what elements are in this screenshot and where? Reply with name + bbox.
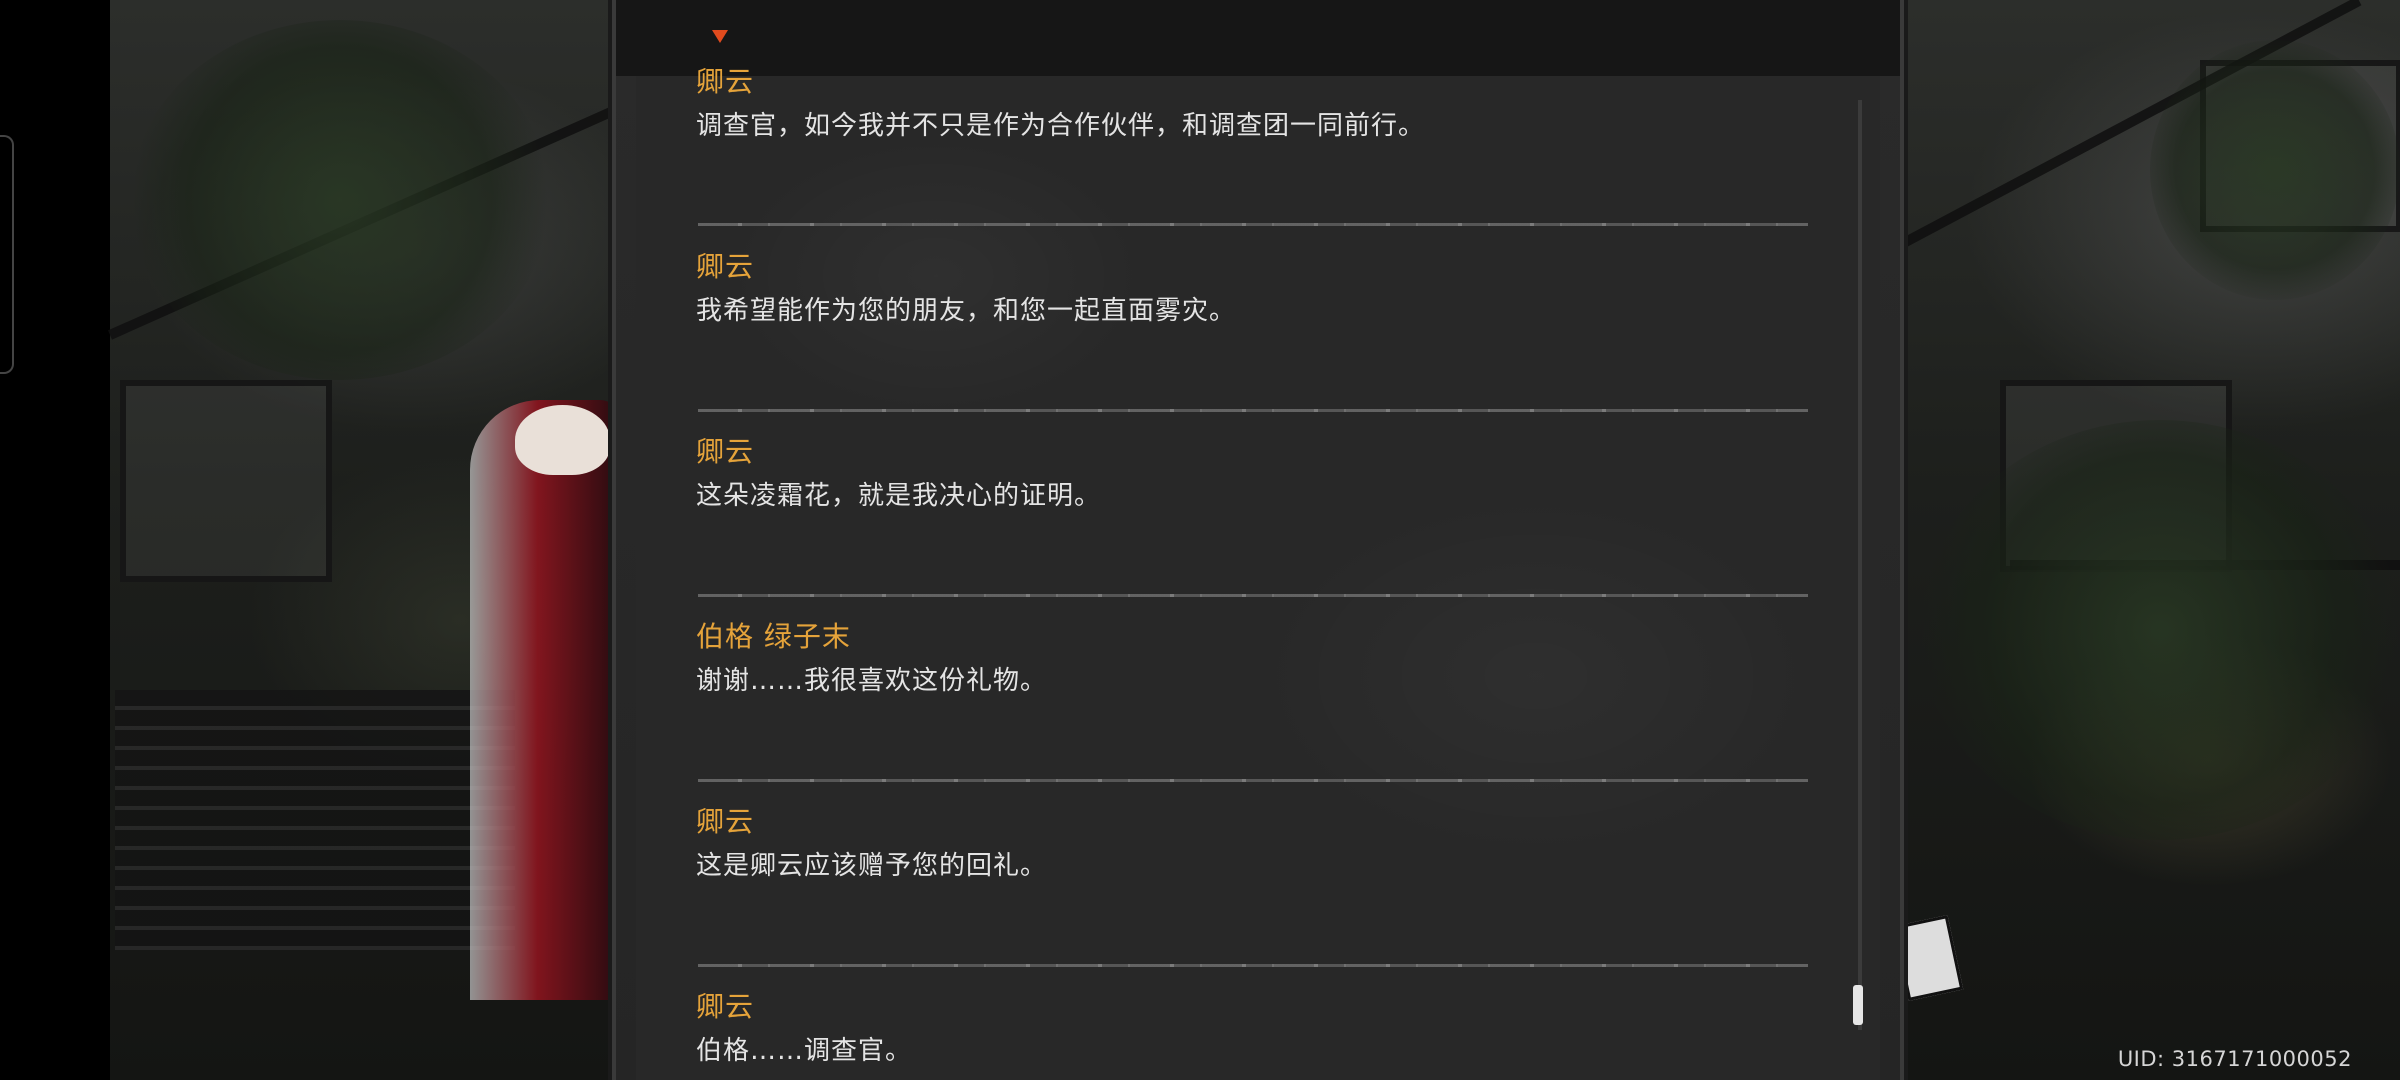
speaker-name: 卿云	[696, 250, 755, 283]
entry-divider	[698, 409, 1808, 412]
log-entry: 伯格 绿子末 谢谢……我很喜欢这份礼物。	[696, 619, 1826, 699]
speaker-name: 卿云	[696, 65, 755, 98]
entry-divider	[698, 964, 1808, 967]
dialogue-line: 调查官，如今我并不只是作为合作伙伴，和调查团一同前行。	[696, 111, 1426, 141]
background-foliage	[1920, 420, 2400, 840]
scrollbar-track[interactable]	[1858, 100, 1862, 1030]
dialogue-line: 这朵凌霜花，就是我决心的证明。	[696, 481, 1102, 511]
scrollbar-thumb[interactable]	[1853, 985, 1863, 1025]
log-scroll-area[interactable]	[636, 76, 1880, 1080]
dialogue-line: 伯格……调查官。	[696, 1036, 913, 1066]
entry-divider	[698, 779, 1808, 782]
dialogue-log-panel[interactable]: 卿云 调查官，如今我并不只是作为合作伙伴，和调查团一同前行。 卿云 我希望能作为…	[612, 0, 1904, 1080]
uid-label: UID: 3167171000052	[2117, 1047, 2352, 1071]
background-window	[120, 380, 332, 582]
dialogue-line: 我希望能作为您的朋友，和您一起直面雾灾。	[696, 296, 1237, 326]
dialogue-line: 这是卿云应该赠予您的回礼。	[696, 851, 1048, 881]
speaker-name: 卿云	[696, 990, 755, 1023]
background-foliage	[130, 20, 550, 380]
entry-divider	[698, 594, 1808, 597]
speaker-name: 卿云	[696, 435, 755, 468]
current-position-marker-icon	[712, 30, 728, 43]
entry-divider	[698, 223, 1808, 226]
speaker-name: 伯格 绿子末	[696, 620, 851, 653]
background-foliage	[2150, 40, 2400, 300]
log-entry: 卿云 调查官，如今我并不只是作为合作伙伴，和调查团一同前行。	[696, 64, 1826, 144]
speaker-name: 卿云	[696, 805, 755, 838]
game-screen: 卿云 调查官，如今我并不只是作为合作伙伴，和调查团一同前行。 卿云 我希望能作为…	[0, 0, 2400, 1080]
background-bench	[115, 690, 515, 950]
side-handle[interactable]	[0, 135, 14, 374]
character-sprite	[470, 400, 620, 1000]
log-entry: 卿云 这是卿云应该赠予您的回礼。	[696, 804, 1826, 884]
log-entry: 卿云 伯格……调查官。	[696, 989, 1826, 1069]
dialogue-line: 谢谢……我很喜欢这份礼物。	[696, 666, 1048, 696]
log-entry: 卿云 我希望能作为您的朋友，和您一起直面雾灾。	[696, 249, 1826, 329]
log-entry: 卿云 这朵凌霜花，就是我决心的证明。	[696, 434, 1826, 514]
character-hat	[515, 405, 610, 475]
